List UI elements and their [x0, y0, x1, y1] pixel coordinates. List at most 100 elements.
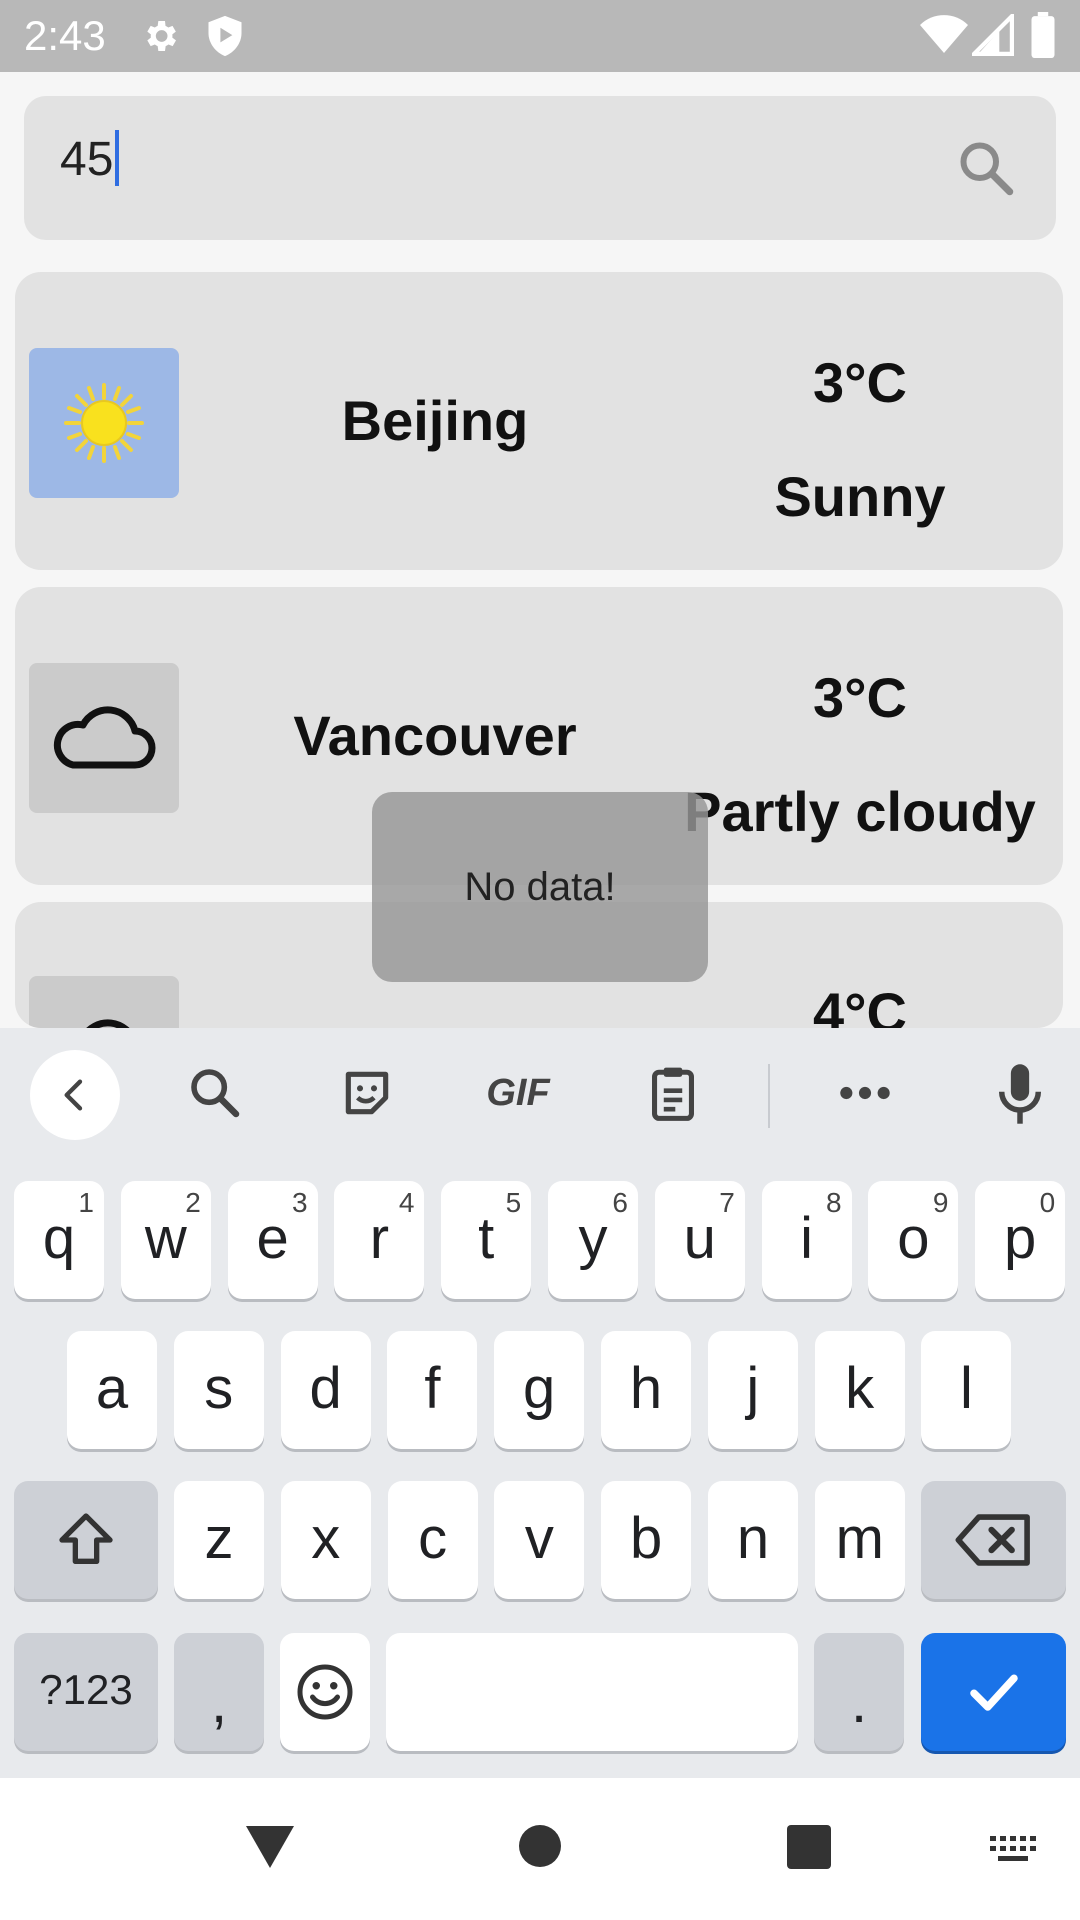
- clipboard-icon[interactable]: [638, 1058, 708, 1128]
- search-bar[interactable]: 45: [24, 96, 1056, 240]
- cloud-icon: [86, 1019, 130, 1028]
- temperature: 4°C: [813, 981, 907, 1028]
- back-icon[interactable]: [30, 1050, 120, 1140]
- key-hint: 7: [719, 1187, 735, 1218]
- key-u[interactable]: 7u: [654, 1181, 745, 1299]
- key-x[interactable]: x: [280, 1481, 371, 1599]
- key-label: f: [424, 1355, 441, 1421]
- key-j[interactable]: j: [707, 1331, 798, 1449]
- city-name: Beijing: [341, 389, 529, 452]
- key-hint: 2: [185, 1187, 201, 1218]
- check-icon: [969, 1674, 1018, 1711]
- key-label: d: [309, 1355, 342, 1421]
- key-hint: 8: [826, 1187, 842, 1218]
- key-g[interactable]: g: [494, 1331, 585, 1449]
- key-label: i: [800, 1205, 814, 1271]
- key-label: w: [144, 1205, 187, 1271]
- recents-nav-icon[interactable]: [786, 1824, 832, 1870]
- gif-button[interactable]: GIF: [478, 1058, 558, 1128]
- key-hint: 9: [932, 1187, 949, 1218]
- key-label: b: [630, 1505, 663, 1571]
- key-d[interactable]: d: [280, 1331, 371, 1449]
- condition: Sunny: [774, 465, 946, 528]
- space-key[interactable]: [386, 1633, 798, 1751]
- toast-message: No data!: [372, 792, 708, 982]
- key-f[interactable]: f: [387, 1331, 478, 1449]
- key-hint: 0: [1039, 1187, 1056, 1218]
- condition: Partly cloudy: [684, 780, 1036, 843]
- key-label: e: [256, 1205, 289, 1271]
- key-q[interactable]: 1q: [14, 1181, 104, 1299]
- key-i[interactable]: 8i: [761, 1181, 852, 1299]
- key-hint: 1: [78, 1187, 94, 1218]
- weather-card-beijing[interactable]: Beijing 3°C Sunny: [15, 272, 1063, 570]
- key-n[interactable]: n: [708, 1481, 798, 1599]
- keyboard-switch-icon[interactable]: [988, 1834, 1038, 1864]
- back-nav-icon[interactable]: [244, 1824, 296, 1870]
- search-icon[interactable]: [180, 1058, 250, 1128]
- key-a[interactable]: a: [67, 1331, 157, 1449]
- key-l[interactable]: l: [921, 1331, 1012, 1449]
- shift-key[interactable]: [14, 1481, 158, 1599]
- emoji-icon: [297, 1664, 353, 1720]
- settings-icon: [147, 21, 176, 51]
- key-label: q: [42, 1205, 76, 1271]
- key-label: s: [204, 1355, 234, 1421]
- key-label: x: [311, 1505, 341, 1571]
- key-label: g: [523, 1355, 556, 1421]
- key-b[interactable]: b: [601, 1481, 692, 1599]
- period-key[interactable]: .: [814, 1633, 904, 1751]
- key-hint: 6: [612, 1187, 628, 1218]
- comma-key[interactable]: ,: [174, 1633, 264, 1751]
- key-r[interactable]: 4r: [334, 1181, 425, 1299]
- temperature: 3°C: [813, 351, 907, 414]
- search-icon[interactable]: [956, 138, 1016, 198]
- key-m[interactable]: m: [814, 1481, 905, 1599]
- symbols-key[interactable]: ?123: [14, 1633, 158, 1751]
- home-nav-icon[interactable]: [518, 1824, 562, 1868]
- key-s[interactable]: s: [173, 1331, 264, 1449]
- more-icon[interactable]: [830, 1058, 900, 1128]
- sticker-icon[interactable]: [332, 1058, 402, 1128]
- key-y[interactable]: 6y: [548, 1181, 638, 1299]
- key-p[interactable]: 0p: [975, 1181, 1066, 1299]
- navigation-bar: [0, 1778, 1080, 1920]
- enter-key[interactable]: [921, 1633, 1066, 1751]
- key-c[interactable]: c: [387, 1481, 478, 1599]
- key-label: r: [369, 1205, 390, 1271]
- key-label: a: [95, 1355, 129, 1421]
- key-w[interactable]: 2w: [120, 1181, 211, 1299]
- cloud-icon: [53, 706, 156, 769]
- key-label: n: [736, 1505, 770, 1571]
- weather-thumbnail: [29, 976, 179, 1028]
- key-v[interactable]: v: [494, 1481, 585, 1599]
- status-bar: 2:43: [0, 0, 1080, 72]
- key-hint: 4: [398, 1187, 415, 1218]
- shift-icon: [59, 1513, 113, 1564]
- key-e[interactable]: 3e: [227, 1181, 318, 1299]
- backspace-key[interactable]: [921, 1481, 1066, 1599]
- emoji-key[interactable]: [280, 1633, 370, 1751]
- weather-thumbnail: [29, 348, 179, 498]
- text-cursor: [115, 130, 120, 187]
- key-o[interactable]: 9o: [868, 1181, 959, 1299]
- search-input[interactable]: 45: [60, 130, 120, 190]
- key-label: u: [683, 1205, 716, 1271]
- key-z[interactable]: z: [174, 1481, 264, 1599]
- key-t[interactable]: 5t: [441, 1181, 532, 1299]
- key-k[interactable]: k: [814, 1331, 905, 1449]
- city-name: Vancouver: [293, 704, 577, 767]
- key-h[interactable]: h: [601, 1331, 691, 1449]
- key-hint: 3: [292, 1187, 308, 1218]
- soft-keyboard: GIF 1q2w3e4r5t6y7u8i9o0p asdfghjkl zxcvb…: [0, 1028, 1080, 1778]
- key-label: k: [845, 1355, 875, 1421]
- search-input-text: 45: [60, 133, 114, 186]
- sun-icon: [64, 383, 144, 463]
- key-label: l: [959, 1355, 973, 1421]
- mic-icon[interactable]: [985, 1056, 1055, 1132]
- key-label: z: [204, 1505, 234, 1571]
- key-label: h: [629, 1355, 663, 1421]
- key-label: y: [578, 1205, 608, 1271]
- backspace-icon: [955, 1514, 1030, 1566]
- key-label: m: [835, 1505, 884, 1571]
